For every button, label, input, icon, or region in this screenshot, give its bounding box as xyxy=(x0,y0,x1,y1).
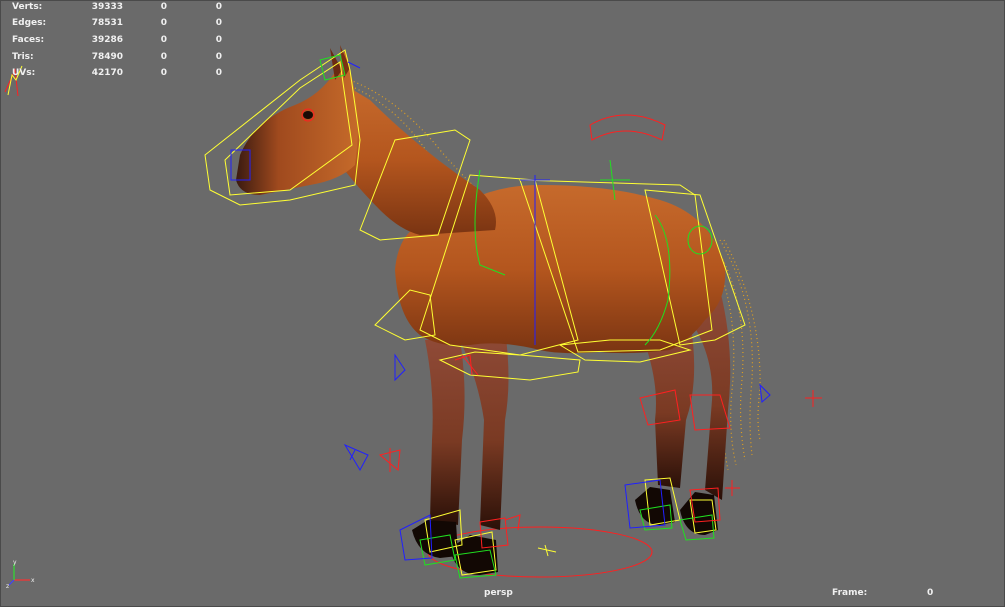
hud-component-count: 0 xyxy=(215,35,222,45)
hud-label: UVs: xyxy=(12,68,36,78)
hud-value: 42170 xyxy=(91,68,123,78)
front-leg-right xyxy=(460,330,509,530)
hud-selected-count: 0 xyxy=(160,52,167,62)
hud-value: 39286 xyxy=(91,35,123,45)
hud-component-count: 0 xyxy=(215,2,222,12)
hud-value: 78531 xyxy=(91,18,123,28)
axis-gizmo-icon: x y z xyxy=(6,560,35,588)
axis-x-label: x xyxy=(31,577,35,584)
hud-value: 78490 xyxy=(91,52,123,62)
axis-z-label: z xyxy=(6,583,9,588)
horse-eye xyxy=(303,111,313,119)
ground-cross-icon xyxy=(537,544,557,557)
hud-component-count: 0 xyxy=(215,68,222,78)
hud-label: Edges: xyxy=(12,18,47,28)
hud-label: Verts: xyxy=(12,2,43,12)
hud-component-count: 0 xyxy=(215,18,222,28)
frame-value: 0 xyxy=(927,588,934,598)
front-leg-left xyxy=(425,340,465,525)
viewport-panel[interactable]: Verts: 39333 0 0 Edges: 78531 0 0 Faces:… xyxy=(0,0,1005,607)
hud-label: Tris: xyxy=(12,52,34,62)
hud-component-count: 0 xyxy=(215,52,222,62)
hoof-hind-left xyxy=(635,487,675,525)
horse-rig-scene[interactable] xyxy=(0,0,1005,607)
hud-selected-count: 0 xyxy=(160,35,167,45)
camera-name-label: persp xyxy=(484,588,513,598)
axis-y-label: y xyxy=(13,560,17,566)
hud-selected-count: 0 xyxy=(160,18,167,28)
frame-label: Frame: xyxy=(832,588,868,598)
hud-selected-count: 0 xyxy=(160,2,167,12)
hud-selected-count: 0 xyxy=(160,68,167,78)
hud-label: Faces: xyxy=(12,35,45,45)
hud-value: 39333 xyxy=(91,2,123,12)
hoof-hind-right xyxy=(680,492,718,535)
